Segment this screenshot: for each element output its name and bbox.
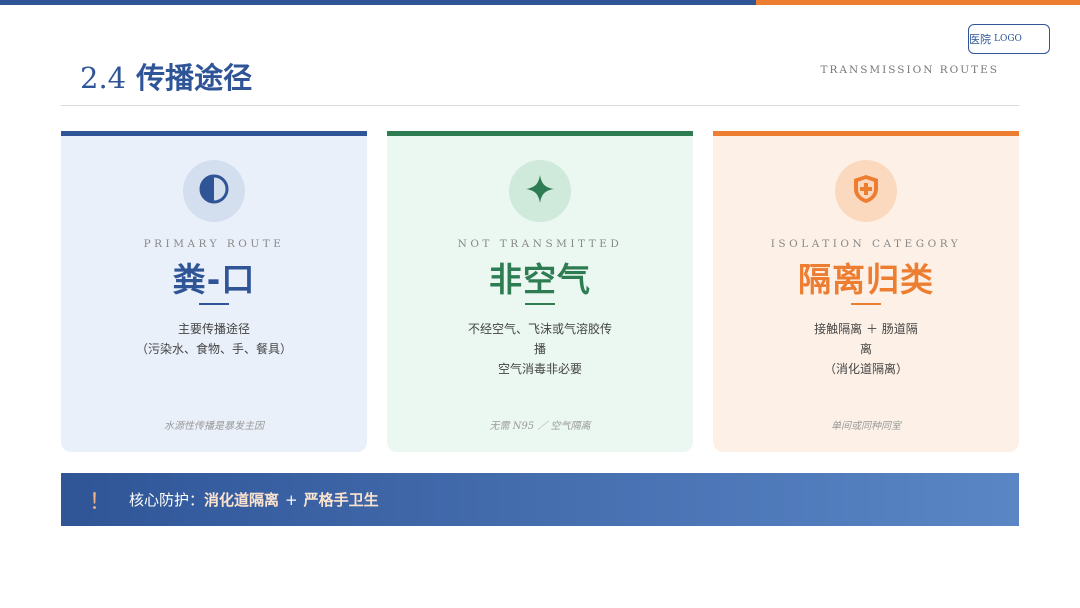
banner-plus: + (285, 490, 298, 509)
card-icon-circle (183, 160, 245, 222)
half-circle-icon (198, 173, 230, 209)
card-en-label: NOT TRANSMITTED (457, 238, 623, 250)
card-description: 接触隔离 ＋ 肠道隔 离 （消化道隔离） (773, 319, 959, 379)
card-desc-line: 播 (533, 342, 546, 356)
card-desc-line: （消化道隔离） (823, 362, 908, 376)
card-underline (525, 303, 555, 305)
page-subtitle: TRANSMISSION ROUTES (820, 64, 999, 76)
banner-highlight-2: 严格手卫生 (303, 491, 379, 509)
card-desc-line: 不经空气、飞沫或气溶胶传 (467, 322, 612, 336)
card-desc-line: 接触隔离 ＋ 肠道隔 (814, 322, 918, 336)
hospital-logo: 医院 LOGO (968, 24, 1050, 54)
card-description: 不经空气、飞沫或气溶胶传 播 空气消毒非必要 (447, 319, 633, 379)
shield-plus-icon (850, 173, 882, 209)
card-not-transmitted: NOT TRANSMITTED 非空气 不经空气、飞沫或气溶胶传 播 空气消毒非… (387, 131, 693, 452)
logo-text-en: LOGO (994, 34, 1022, 44)
top-accent-bar-blue (0, 0, 756, 5)
card-primary-route: PRIMARY ROUTE 粪-口 主要传播途径 （污染水、食物、手、餐具） 水… (61, 131, 367, 452)
header-divider (61, 105, 1019, 106)
exclamation-icon: ！ (89, 489, 112, 515)
card-note: 单间或同种同室 (831, 421, 901, 432)
card-heading: 非空气 (489, 260, 591, 299)
card-note: 水源性传播是暴发主因 (164, 421, 264, 432)
page-title: 2.4 传播途径 (80, 55, 252, 97)
card-desc-line: 离 (859, 342, 872, 356)
card-en-label: PRIMARY ROUTE (143, 238, 285, 250)
card-en-label: ISOLATION CATEGORY (770, 238, 962, 250)
card-heading: 隔离归类 (798, 260, 934, 299)
card-top-bar (387, 131, 693, 136)
banner-prefix: 核心防护： (129, 491, 205, 509)
page-title-number: 2.4 (80, 61, 127, 95)
card-underline (851, 303, 881, 305)
card-top-bar (61, 131, 367, 136)
card-heading: 粪-口 (172, 260, 256, 299)
card-desc-line: 空气消毒非必要 (497, 362, 582, 376)
card-top-bar (713, 131, 1019, 136)
card-icon-circle (509, 160, 571, 222)
card-isolation-category: ISOLATION CATEGORY 隔离归类 接触隔离 ＋ 肠道隔 离 （消化… (713, 131, 1019, 452)
card-description: 主要传播途径 （污染水、食物、手、餐具） (121, 319, 307, 359)
card-desc-line: （污染水、食物、手、餐具） (135, 342, 292, 356)
top-accent-bar-orange (756, 0, 1080, 5)
core-protection-banner: ！ 核心防护： 消化道隔离 + 严格手卫生 (61, 473, 1019, 526)
sparkle-icon (525, 174, 555, 208)
logo-text-cn: 医院 (969, 33, 991, 46)
card-icon-circle (835, 160, 897, 222)
card-desc-line: 主要传播途径 (177, 322, 250, 336)
card-underline (199, 303, 229, 305)
banner-highlight-1: 消化道隔离 (204, 491, 280, 509)
card-note: 无需 N95 ／ 空气隔离 (489, 421, 591, 432)
page-title-text: 传播途径 (136, 61, 253, 95)
